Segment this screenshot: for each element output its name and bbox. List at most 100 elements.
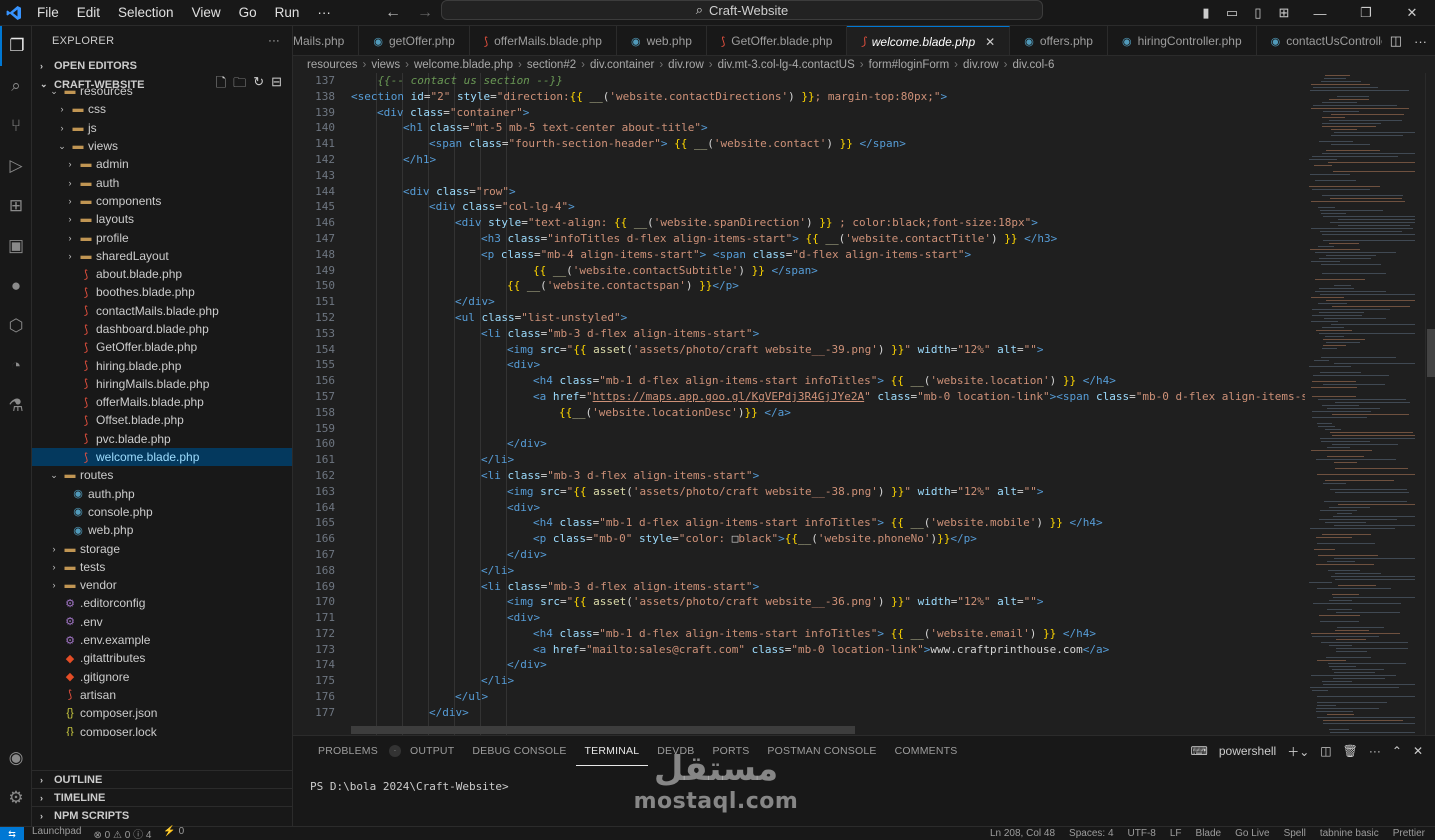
code-line[interactable]: </li>: [351, 563, 1301, 579]
tree-folder[interactable]: › ▬ admin: [32, 155, 292, 173]
breadcrumb-item[interactable]: div.mt-3.col-lg-4.contactUS: [718, 59, 855, 71]
status-item[interactable]: Spaces: 4: [1069, 828, 1113, 839]
toggle-panel-icon[interactable]: ▭: [1219, 5, 1245, 21]
editor-tab[interactable]: ◉ web.php: [617, 26, 707, 55]
status-item[interactable]: UTF-8: [1128, 828, 1156, 839]
tree-folder[interactable]: › ▬ profile: [32, 228, 292, 246]
code-line[interactable]: </div>: [351, 547, 1301, 563]
code-line[interactable]: <p class="mb-4 align-items-start"> <span…: [351, 247, 1301, 263]
menu-item-5[interactable]: Run: [266, 0, 309, 26]
editor-tab[interactable]: ◉ offers.php: [1010, 26, 1108, 55]
manage-gear-icon[interactable]: ⚙: [0, 778, 32, 818]
code-line[interactable]: <p class="mb-0" style="color: □black">{{…: [351, 531, 1301, 547]
tree-folder[interactable]: › ▬ vendor: [32, 576, 292, 594]
close-window-button[interactable]: ✕: [1389, 5, 1435, 21]
tree-folder[interactable]: ⌄ ▬ routes: [32, 466, 292, 484]
accounts-icon[interactable]: ◉: [0, 738, 32, 778]
code-line[interactable]: <div class="row">: [351, 184, 1301, 200]
minimap[interactable]: [1305, 73, 1423, 735]
menu-item-6[interactable]: ···: [308, 0, 340, 26]
run-debug-icon[interactable]: ▷: [0, 146, 32, 186]
tree-file[interactable]: ◆ .gitattributes: [32, 649, 292, 667]
breadcrumb-item[interactable]: div.row: [963, 59, 999, 71]
tree-file[interactable]: ⟆ dashboard.blade.php: [32, 320, 292, 338]
database-icon[interactable]: ⬡: [0, 306, 32, 346]
menu-item-2[interactable]: Selection: [109, 0, 183, 26]
tree-folder[interactable]: › ▬ js: [32, 119, 292, 137]
code-line[interactable]: {{__('website.locationDesc')}} </a>: [351, 405, 1301, 421]
status-item[interactable]: Go Live: [1235, 828, 1269, 839]
gitlens-icon[interactable]: ●: [0, 266, 32, 306]
restore-button[interactable]: ❐: [1343, 5, 1389, 21]
code-line[interactable]: <li class="mb-3 d-flex align-items-start…: [351, 326, 1301, 342]
code-line[interactable]: <div style="text-align: {{ __('website.s…: [351, 215, 1301, 231]
editor-tab[interactable]: ⟆ GetOffer.blade.php: [707, 26, 848, 55]
code-line[interactable]: </div>: [351, 436, 1301, 452]
tree-folder[interactable]: ⌄ ▬ resources: [32, 82, 292, 100]
close-panel-icon[interactable]: ✕: [1413, 744, 1423, 758]
breadcrumb-item[interactable]: welcome.blade.php: [414, 59, 513, 71]
code-line[interactable]: <h4 class="mb-1 d-flex align-items-start…: [351, 515, 1301, 531]
editor-tab[interactable]: ◉ hiringController.php: [1108, 26, 1257, 55]
search-view-icon[interactable]: ⌕: [0, 66, 32, 106]
status-item[interactable]: Spell: [1284, 828, 1306, 839]
code-line[interactable]: <h4 class="mb-1 d-flex align-items-start…: [351, 626, 1301, 642]
breadcrumb-item[interactable]: div.row: [668, 59, 704, 71]
tree-file[interactable]: {} composer.lock: [32, 722, 292, 736]
new-terminal-icon[interactable]: ＋⌄: [1287, 743, 1309, 760]
tree-folder[interactable]: › ▬ components: [32, 192, 292, 210]
explorer-icon[interactable]: ❐: [0, 26, 32, 66]
panel-tab[interactable]: OUTPUT: [401, 736, 463, 766]
tree-folder[interactable]: › ▬ sharedLayout: [32, 247, 292, 265]
maximize-panel-icon[interactable]: ⌃: [1392, 744, 1402, 758]
more-actions-icon[interactable]: ···: [268, 35, 280, 47]
code-line[interactable]: <div class="col-lg-4">: [351, 199, 1301, 215]
menu-item-4[interactable]: Go: [230, 0, 266, 26]
npm-scripts-section[interactable]: › NPM SCRIPTS: [32, 806, 293, 824]
extensions-icon[interactable]: ⊞: [0, 186, 32, 226]
terminal[interactable]: PS D:\bola 2024\Craft-Website>: [293, 766, 1435, 793]
code-line[interactable]: </li>: [351, 452, 1301, 468]
code-line[interactable]: [351, 168, 1301, 184]
tree-file[interactable]: ◆ .gitignore: [32, 668, 292, 686]
command-center[interactable]: ⌕ Craft-Website: [441, 0, 1043, 20]
tree-file[interactable]: ⟆ hiring.blade.php: [32, 356, 292, 374]
tree-folder[interactable]: › ▬ auth: [32, 173, 292, 191]
tree-file[interactable]: ⟆ GetOffer.blade.php: [32, 338, 292, 356]
kill-terminal-icon[interactable]: 🗑: [1343, 744, 1358, 758]
vertical-scrollbar[interactable]: [1425, 73, 1435, 735]
tree-folder[interactable]: ⌄ ▬ views: [32, 137, 292, 155]
panel-tab[interactable]: PROBLEMS: [309, 736, 387, 766]
tree-file[interactable]: ⟆ about.blade.php: [32, 265, 292, 283]
breadcrumb-item[interactable]: div.col-6: [1012, 59, 1054, 71]
tree-file[interactable]: ⟆ artisan: [32, 686, 292, 704]
breadcrumb-item[interactable]: resources: [307, 59, 358, 71]
code-line[interactable]: <div>: [351, 500, 1301, 516]
remote-indicator-icon[interactable]: ⇆: [0, 826, 24, 840]
tree-folder[interactable]: › ▬ css: [32, 100, 292, 118]
toggle-sidebar-icon[interactable]: ▮: [1193, 5, 1219, 21]
code-line[interactable]: <h3 class="infoTitles d-flex align-items…: [351, 231, 1301, 247]
status-item[interactable]: tabnine basic: [1320, 828, 1379, 839]
editor-tab[interactable]: ⟆ welcome.blade.php ✕: [847, 26, 1011, 55]
code-editor[interactable]: 137 138 139 140 141 142 143 144 145 146 147 148 149 1…: [293, 73, 1435, 735]
tree-file[interactable]: ⟆ contactMails.blade.php: [32, 302, 292, 320]
tree-file[interactable]: ◉ web.php: [32, 521, 292, 539]
code-line[interactable]: <img src="{{ asset('assets/photo/craft w…: [351, 484, 1301, 500]
status-item[interactable]: ⚡ 0: [163, 826, 184, 840]
split-terminal-icon[interactable]: ◫: [1320, 744, 1331, 758]
tree-file[interactable]: ⟆ welcome.blade.php: [32, 447, 292, 467]
panel-tab[interactable]: COMMENTS: [886, 736, 967, 766]
tree-file[interactable]: ◉ console.php: [32, 503, 292, 521]
status-item[interactable]: Blade: [1196, 828, 1222, 839]
tree-folder[interactable]: › ▬ tests: [32, 558, 292, 576]
tree-file[interactable]: ⟆ hiringMails.blade.php: [32, 375, 292, 393]
tree-file[interactable]: ⟆ boothes.blade.php: [32, 283, 292, 301]
code-line[interactable]: </h1>: [351, 152, 1301, 168]
code-line[interactable]: <div>: [351, 610, 1301, 626]
code-line[interactable]: {{ __('website.contactspan') }}</p>: [351, 278, 1301, 294]
tree-file[interactable]: ⟆ pvc.blade.php: [32, 430, 292, 448]
code-line[interactable]: <h4 class="mb-1 d-flex align-items-start…: [351, 373, 1301, 389]
minimize-button[interactable]: —: [1297, 6, 1343, 21]
tree-file[interactable]: ⚙ .env.example: [32, 631, 292, 649]
